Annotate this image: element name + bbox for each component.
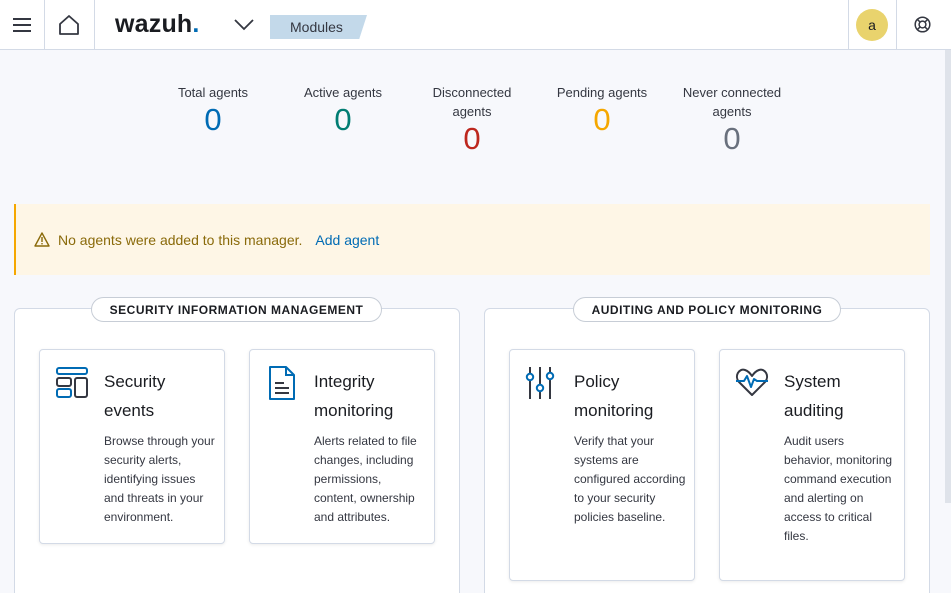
menu-icon bbox=[13, 17, 31, 32]
no-agents-callout: No agents were added to this manager. Ad… bbox=[14, 204, 930, 275]
page-scrollbar[interactable] bbox=[945, 50, 951, 503]
warning-icon bbox=[34, 232, 50, 247]
stat-label: Disconnected agents bbox=[432, 85, 512, 119]
panel-title: SECURITY INFORMATION MANAGEMENT bbox=[91, 297, 382, 322]
app-switcher-button[interactable] bbox=[232, 14, 256, 36]
stat-value: 0 bbox=[204, 102, 222, 137]
module-card-policy-monitoring[interactable]: Policy monitoring Verify that your syste… bbox=[509, 349, 695, 581]
stat-value: 0 bbox=[593, 102, 611, 137]
help-button[interactable] bbox=[897, 0, 947, 49]
document-icon bbox=[269, 366, 295, 400]
stat-never-connected-agents[interactable]: Never connected agents 0 bbox=[672, 83, 792, 157]
security-events-icon bbox=[56, 367, 88, 398]
heartbeat-icon bbox=[735, 368, 769, 396]
user-menu-button[interactable]: a bbox=[849, 0, 895, 49]
card-title: Security events bbox=[104, 372, 166, 420]
stat-label: Pending agents bbox=[556, 85, 648, 100]
card-description: Audit users behavior, monitoring command… bbox=[784, 434, 893, 543]
module-card-system-auditing[interactable]: System auditing Audit users behavior, mo… bbox=[719, 349, 905, 581]
module-card-security-events[interactable]: Security events Browse through your secu… bbox=[39, 349, 225, 544]
avatar: a bbox=[856, 8, 888, 41]
callout-message: No agents were added to this manager. bbox=[58, 231, 303, 248]
stat-total-agents[interactable]: Total agents 0 bbox=[168, 83, 258, 138]
card-title: System auditing bbox=[784, 372, 844, 420]
stat-value: 0 bbox=[463, 121, 481, 156]
stat-pending-agents[interactable]: Pending agents 0 bbox=[550, 83, 654, 138]
stat-label: Total agents bbox=[177, 85, 249, 100]
card-title: Policy monitoring bbox=[574, 372, 654, 420]
panel-title: AUDITING AND POLICY MONITORING bbox=[573, 297, 841, 322]
card-description: Alerts related to file changes, includin… bbox=[314, 434, 417, 524]
breadcrumb-modules[interactable]: Modules bbox=[270, 15, 367, 39]
menu-button[interactable] bbox=[0, 0, 44, 49]
top-header: wazuh. Modules a bbox=[0, 0, 951, 50]
card-title: Integrity monitoring bbox=[314, 372, 394, 420]
home-icon bbox=[59, 14, 79, 35]
stat-disconnected-agents[interactable]: Disconnected agents 0 bbox=[422, 83, 522, 157]
card-description: Verify that your systems are configured … bbox=[574, 434, 686, 524]
sliders-icon bbox=[525, 367, 555, 399]
help-lifebuoy-icon bbox=[913, 16, 931, 33]
stat-value: 0 bbox=[334, 102, 352, 137]
home-button[interactable] bbox=[45, 0, 93, 49]
stat-active-agents[interactable]: Active agents 0 bbox=[296, 83, 390, 138]
module-card-integrity-monitoring[interactable]: Integrity monitoring Alerts related to f… bbox=[249, 349, 435, 544]
stat-value: 0 bbox=[723, 121, 741, 156]
stat-label: Active agents bbox=[303, 85, 383, 100]
logo-text: wazuh bbox=[115, 10, 193, 38]
logo-dot: . bbox=[192, 10, 200, 38]
stat-label: Never connected agents bbox=[682, 85, 782, 119]
add-agent-link[interactable]: Add agent bbox=[315, 232, 379, 248]
chevron-down-icon bbox=[234, 19, 254, 31]
card-description: Browse through your security alerts, ide… bbox=[104, 434, 215, 524]
